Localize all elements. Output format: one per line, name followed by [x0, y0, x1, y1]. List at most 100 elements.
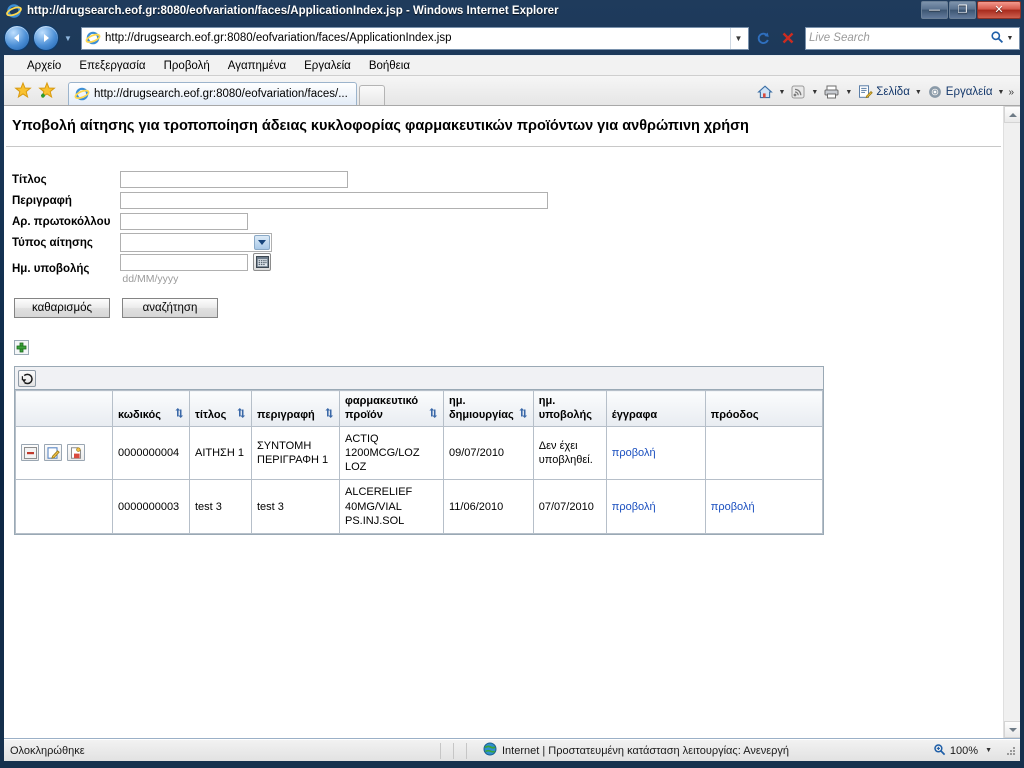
- form-buttons: καθαρισμός αναζήτηση: [14, 298, 1003, 318]
- resize-grip[interactable]: [1003, 745, 1017, 759]
- column-submitted-date: ημ. υποβολής: [532, 390, 607, 427]
- sort-icon[interactable]: [324, 407, 334, 423]
- document-icon[interactable]: [67, 444, 85, 462]
- row-actions: [15, 425, 113, 481]
- feeds-button[interactable]: [787, 83, 809, 101]
- home-caret-icon[interactable]: ▼: [778, 89, 785, 96]
- search-icon[interactable]: [990, 30, 1004, 47]
- description-input[interactable]: [120, 192, 549, 209]
- table-row: 0000000004 ΑΙΤΗΣΗ 1 ΣΥΝΤΟΜΗ ΠΕΡΙΓΡΑΦΗ 1 …: [15, 425, 824, 481]
- tools-menu-button[interactable]: Εργαλεία: [924, 83, 996, 101]
- sort-icon[interactable]: [428, 407, 438, 423]
- feeds-caret-icon[interactable]: ▼: [811, 89, 818, 96]
- page-viewport: Υποβολή αίτησης για τροποποίηση άδειας κ…: [4, 106, 1020, 739]
- column-progress: πρόοδος: [704, 390, 824, 427]
- menu-item-favorites[interactable]: Αγαπημένα: [219, 59, 295, 73]
- menu-item-tools[interactable]: Εργαλεία: [295, 59, 360, 73]
- zoom-control[interactable]: 100% ▼: [933, 743, 992, 759]
- search-input[interactable]: Live Search ▼: [805, 26, 1020, 50]
- form-row-application-type: Τύπος αίτησης: [12, 232, 548, 253]
- page-menu-label: Σελίδα: [876, 86, 910, 98]
- clear-button[interactable]: καθαρισμός: [14, 298, 110, 318]
- grid-header-row: κωδικός τίτλος περιγραφή φαρμακευτικό πρ…: [15, 390, 824, 427]
- sort-icon[interactable]: [174, 407, 184, 423]
- cell-code: 0000000003: [112, 479, 190, 535]
- application-type-select[interactable]: [120, 233, 273, 252]
- address-url-text: http://drugsearch.eof.gr:8080/eofvariati…: [105, 32, 452, 44]
- label-protocol-number: Αρ. πρωτοκόλλου: [12, 215, 111, 228]
- column-code[interactable]: κωδικός: [112, 390, 190, 427]
- refresh-sort-icon[interactable]: [18, 369, 36, 387]
- print-caret-icon[interactable]: ▼: [845, 89, 852, 96]
- stop-button[interactable]: [777, 27, 799, 50]
- menu-item-help[interactable]: Βοήθεια: [360, 59, 419, 73]
- tab-favicon-icon: [74, 86, 90, 102]
- menu-item-view[interactable]: Προβολή: [155, 59, 219, 73]
- home-button[interactable]: [754, 83, 776, 101]
- grid-header: κωδικός τίτλος περιγραφή φαρμακευτικό πρ…: [15, 390, 824, 427]
- security-zone[interactable]: Internet | Προστατευμένη κατάσταση λειτο…: [483, 742, 789, 759]
- zoom-level: 100%: [949, 744, 979, 757]
- search-placeholder: Live Search: [809, 32, 870, 44]
- add-favorite-icon[interactable]: [38, 81, 58, 101]
- status-divider: [453, 742, 454, 759]
- minimize-button[interactable]: —: [921, 1, 948, 19]
- calendar-icon[interactable]: [253, 253, 272, 271]
- command-overflow-icon[interactable]: »: [1008, 87, 1014, 98]
- refresh-button[interactable]: [752, 27, 774, 50]
- back-button[interactable]: [4, 25, 30, 51]
- title-input[interactable]: [120, 171, 349, 188]
- favorites-star-icon[interactable]: [14, 81, 34, 101]
- column-created-date[interactable]: ημ. δημιουργίας: [443, 390, 534, 427]
- sort-icon[interactable]: [518, 407, 528, 423]
- command-bar: http://drugsearch.eof.gr:8080/eofvariati…: [4, 76, 1020, 106]
- cell-submitted-date: Δεν έχει υποβληθεί.: [532, 425, 607, 481]
- address-input[interactable]: http://drugsearch.eof.gr:8080/eofvariati…: [81, 26, 749, 50]
- scroll-up-button[interactable]: [1004, 106, 1020, 123]
- search-dropdown-icon[interactable]: ▼: [1004, 35, 1016, 42]
- zoom-caret-icon[interactable]: ▼: [985, 747, 992, 754]
- protocol-number-input[interactable]: [120, 213, 249, 230]
- cell-progress: προβολή: [704, 479, 824, 535]
- sort-icon[interactable]: [236, 407, 246, 423]
- menu-item-edit[interactable]: Επεξεργασία: [70, 59, 154, 73]
- browser-window: http://drugsearch.eof.gr:8080/eofvariati…: [0, 0, 1024, 768]
- form-row-description: Περιγραφή: [12, 190, 549, 211]
- column-product[interactable]: φαρμακευτικό προϊόν: [339, 390, 444, 427]
- address-dropdown-icon[interactable]: ▼: [730, 27, 746, 49]
- menu-item-file[interactable]: Αρχείο: [18, 59, 70, 73]
- status-divider: [440, 742, 441, 759]
- forward-button[interactable]: [33, 25, 59, 51]
- documents-view-link[interactable]: προβολή: [612, 501, 656, 513]
- chevron-down-icon[interactable]: [254, 235, 271, 250]
- submission-date-input[interactable]: [120, 253, 249, 271]
- print-button[interactable]: [820, 83, 843, 101]
- column-title[interactable]: τίτλος: [189, 390, 252, 427]
- new-tab-button[interactable]: [358, 85, 385, 105]
- table-row: 0000000003 test 3 test 3 ALCERELIEF 40MG…: [15, 479, 824, 535]
- form-row-title: Τίτλος: [12, 169, 548, 190]
- delete-icon[interactable]: [21, 444, 39, 462]
- vertical-scrollbar[interactable]: [1003, 106, 1020, 738]
- search-button[interactable]: αναζήτηση: [122, 298, 218, 318]
- cell-code: 0000000004: [112, 425, 190, 481]
- maximize-button[interactable]: ❐: [949, 1, 976, 19]
- scroll-down-button[interactable]: [1004, 721, 1020, 738]
- recent-pages-chevron-icon[interactable]: ▼: [62, 34, 74, 43]
- cell-title: ΑΙΤΗΣΗ 1: [189, 425, 252, 481]
- column-description[interactable]: περιγραφή: [251, 390, 340, 427]
- add-icon[interactable]: [14, 340, 29, 355]
- documents-view-link[interactable]: προβολή: [612, 447, 656, 459]
- cell-product: ACTIQ 1200MCG/LOZ LOZ: [339, 425, 444, 481]
- tools-caret-icon[interactable]: ▼: [998, 89, 1005, 96]
- cell-documents: προβολή: [605, 425, 706, 481]
- title-bar: http://drugsearch.eof.gr:8080/eofvariati…: [0, 0, 1024, 22]
- cell-created-date: 09/07/2010: [443, 425, 534, 481]
- chevron-down-icon: [1008, 727, 1017, 732]
- edit-icon[interactable]: [44, 444, 62, 462]
- progress-view-link[interactable]: προβολή: [711, 501, 755, 513]
- page-menu-button[interactable]: Σελίδα: [854, 83, 913, 101]
- close-button[interactable]: ✕: [977, 1, 1021, 19]
- page-caret-icon[interactable]: ▼: [915, 89, 922, 96]
- tab-application-index[interactable]: http://drugsearch.eof.gr:8080/eofvariati…: [68, 82, 357, 105]
